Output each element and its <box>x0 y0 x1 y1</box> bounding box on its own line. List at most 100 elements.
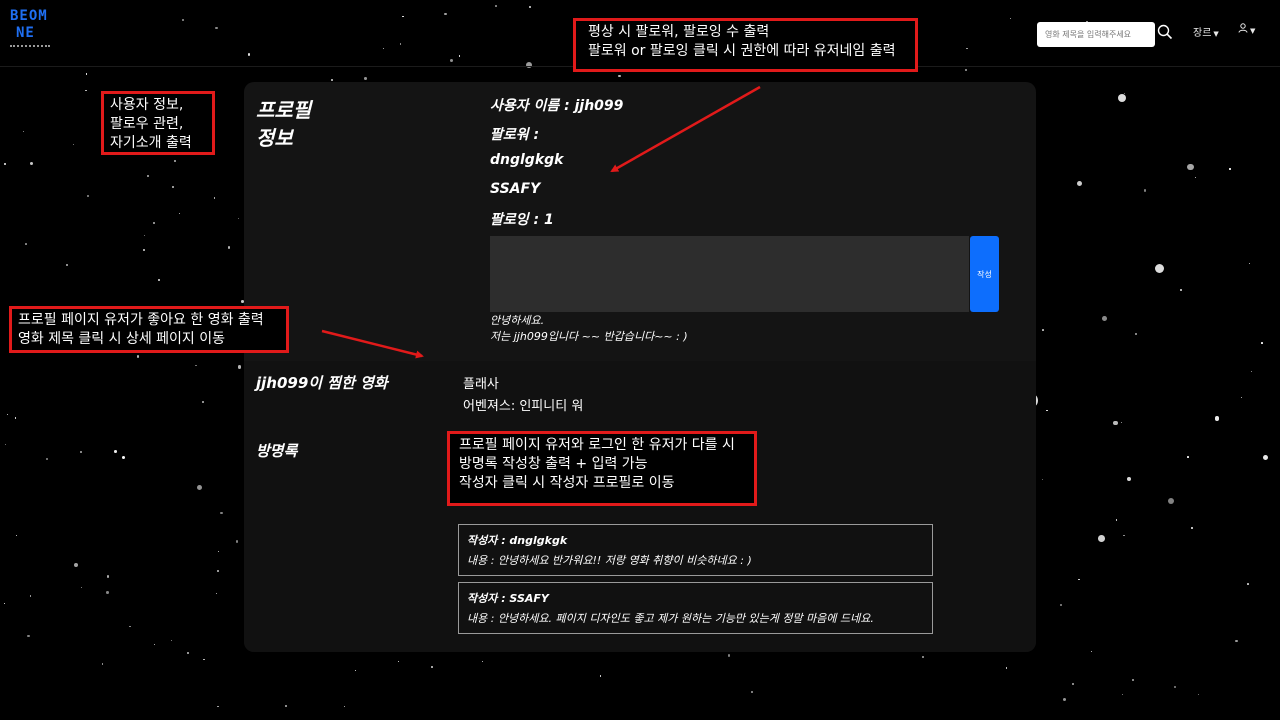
star <box>330 78 333 81</box>
star <box>921 655 924 658</box>
star <box>215 593 217 595</box>
star <box>227 246 231 249</box>
person-icon <box>1238 23 1248 33</box>
star <box>195 365 197 367</box>
star <box>618 74 621 78</box>
star <box>397 660 399 662</box>
logo-underline <box>10 45 50 47</box>
liked-movie-link[interactable]: 플래사 <box>463 373 499 392</box>
star <box>344 705 346 707</box>
annotation-follow: 평상 시 팔로워, 팔로잉 수 출력 팔로워 or 팔로잉 클릭 시 권한에 따… <box>573 18 918 72</box>
star <box>172 185 175 188</box>
star <box>203 658 205 661</box>
star <box>1124 92 1126 94</box>
star <box>1118 94 1126 102</box>
genre-dropdown[interactable]: 장르 ▼ <box>1193 24 1219 39</box>
user-menu-dropdown[interactable]: ▼ <box>1238 23 1255 36</box>
follower-username[interactable]: dnglgkgk <box>490 152 563 168</box>
star <box>727 654 730 657</box>
star <box>129 625 131 627</box>
guestbook-content: 내용 : 안녕하세요. 페이지 디자인도 좋고 제가 원하는 기능만 있는게 정… <box>467 612 874 625</box>
star <box>1102 315 1108 321</box>
star <box>1143 189 1146 192</box>
annotation-line: 방명록 작성창 출력 + 입력 가능 <box>459 456 648 472</box>
star <box>1042 329 1044 331</box>
star <box>1249 262 1251 265</box>
star <box>153 643 156 646</box>
star <box>1195 176 1197 178</box>
star <box>235 540 239 543</box>
star <box>3 602 6 604</box>
annotation-line: 프로필 페이지 유저가 좋아요 한 영화 출력 <box>18 312 264 328</box>
star <box>1078 578 1080 580</box>
profile-heading-line-1: 프로필 <box>256 98 312 122</box>
star <box>29 595 32 597</box>
annotation-line: 평상 시 팔로워, 팔로잉 수 출력 <box>588 24 770 40</box>
star <box>147 174 150 177</box>
guestbook-author[interactable]: 작성자 : SSAFY <box>467 589 924 609</box>
followers-label[interactable]: 팔로워 : <box>490 124 539 144</box>
star <box>66 264 69 267</box>
genre-label: 장르 <box>1193 28 1212 39</box>
profile-heading: 프로필 정보 <box>256 96 311 152</box>
star <box>1046 409 1048 412</box>
logo-line-1: BEOM <box>10 8 48 24</box>
star <box>482 660 484 662</box>
annotation-line: 팔로우 관련, <box>110 116 184 132</box>
following-count[interactable]: 팔로잉 : 1 <box>490 209 554 229</box>
search-input[interactable] <box>1037 22 1155 47</box>
submit-button[interactable]: 작성 <box>970 236 999 312</box>
star <box>1115 519 1118 522</box>
star <box>1135 333 1138 335</box>
liked-movie-link[interactable]: 어벤져스: 인피니티 워 <box>463 395 583 414</box>
star <box>173 160 176 163</box>
star <box>23 130 25 132</box>
guestbook-heading: 방명록 <box>256 442 298 460</box>
star <box>85 73 88 76</box>
star <box>1241 397 1243 399</box>
star <box>1123 534 1125 537</box>
star <box>1131 678 1134 681</box>
profile-heading-line-2: 정보 <box>256 126 293 150</box>
star <box>1154 263 1164 273</box>
star <box>16 534 18 536</box>
star <box>237 217 239 219</box>
intro-input[interactable] <box>490 236 969 312</box>
star <box>599 675 602 677</box>
guestbook-entry: 작성자 : SSAFY 내용 : 안녕하세요. 페이지 디자인도 좋고 제가 원… <box>458 582 933 634</box>
star <box>1247 583 1249 585</box>
annotation-liked-movies: 프로필 페이지 유저가 좋아요 한 영화 출력 영화 제목 클릭 시 상세 페이… <box>9 306 289 353</box>
star <box>27 634 30 637</box>
star <box>196 484 203 491</box>
star <box>6 413 8 415</box>
star <box>105 591 109 595</box>
guestbook-entry: 작성자 : dnglgkgk 내용 : 안녕하세요 반가워요!! 저랑 영화 취… <box>458 524 933 576</box>
annotation-line: 작성자 클릭 시 작성자 프로필로 이동 <box>459 475 675 491</box>
star <box>114 450 117 453</box>
guestbook-author[interactable]: 작성자 : dnglgkgk <box>467 531 924 551</box>
star <box>1122 693 1124 695</box>
star <box>46 457 49 460</box>
star <box>14 417 17 419</box>
search-icon[interactable] <box>1157 24 1175 42</box>
star <box>1072 683 1075 686</box>
logo[interactable]: BEOM NE <box>10 8 52 47</box>
star <box>4 443 7 446</box>
star <box>29 162 33 166</box>
intro-line-1: 안녕하세요. <box>490 314 545 327</box>
star <box>1263 454 1269 460</box>
star <box>220 512 223 515</box>
star <box>143 234 146 237</box>
star <box>1187 456 1189 458</box>
star <box>122 456 126 459</box>
intro-text: 안녕하세요. 저는 jjh099입니다 ~~ 반갑습니다~~ : ) <box>490 313 688 345</box>
star <box>73 562 78 567</box>
annotation-line: 사용자 정보, <box>110 97 184 113</box>
star <box>1167 497 1174 504</box>
star <box>101 663 104 665</box>
star <box>1235 639 1238 643</box>
star <box>964 68 968 72</box>
follower-username[interactable]: SSAFY <box>490 181 540 197</box>
star <box>1229 168 1231 170</box>
annotation-user-info: 사용자 정보, 팔로우 관련, 자기소개 출력 <box>101 91 215 155</box>
